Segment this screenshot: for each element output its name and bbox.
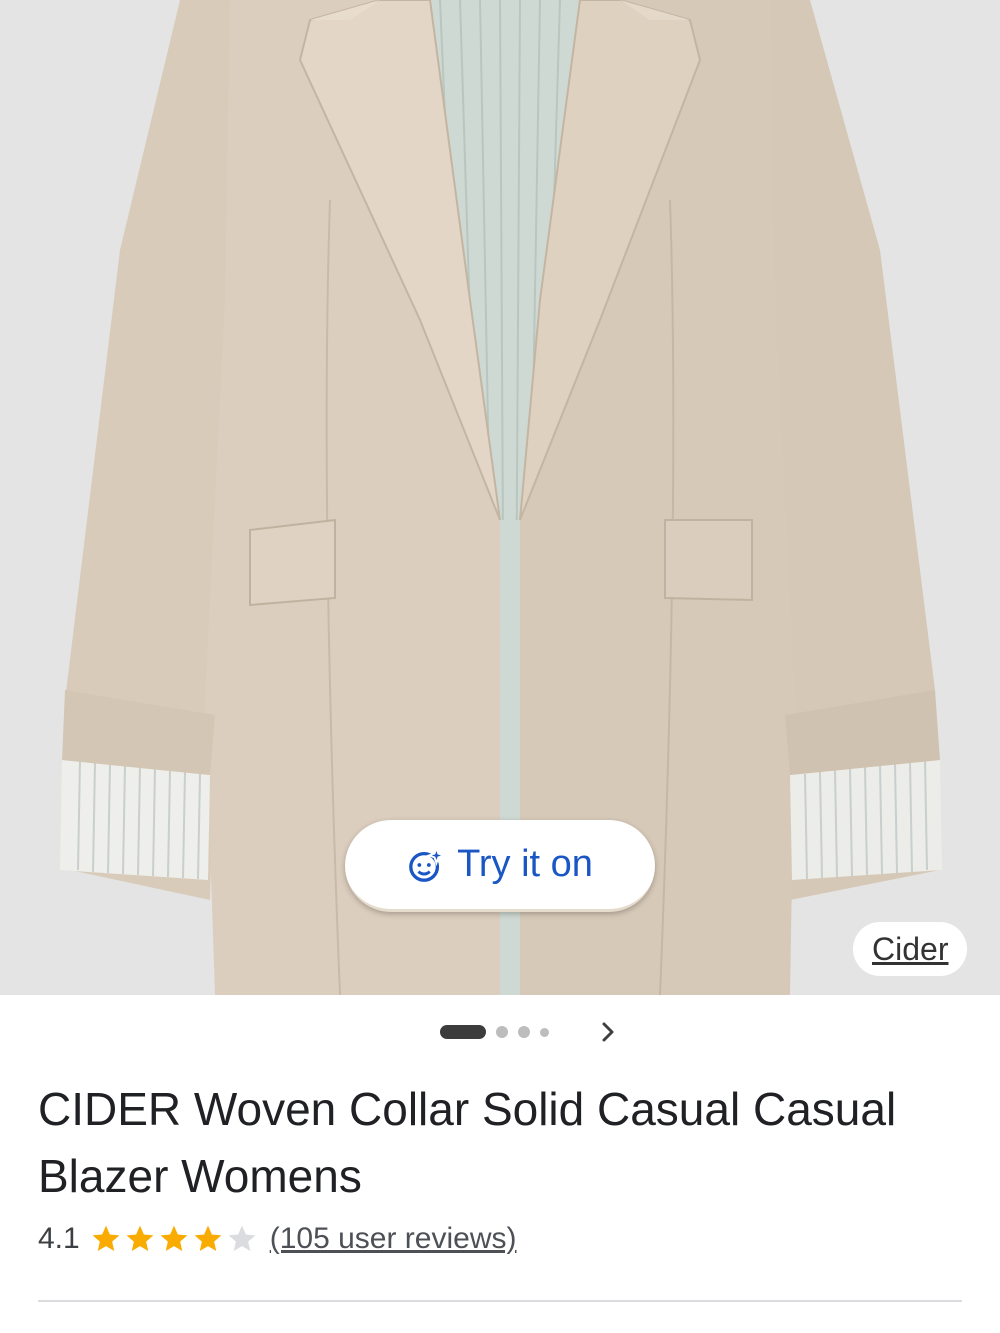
product-title: CIDER Woven Collar Solid Casual Casual B… [38,1083,897,1202]
star-filled-icon [160,1225,188,1251]
star-filled-icon [126,1225,154,1251]
try-it-on-button[interactable]: Try it on [345,820,655,912]
reviews-link[interactable]: (105 user reviews) [270,1222,517,1256]
source-chip[interactable]: Cider [853,922,968,976]
star-filled-icon [194,1225,222,1251]
section-divider [38,1300,962,1302]
carousel-dot[interactable] [540,1027,549,1037]
carousel-dot[interactable] [496,1026,508,1038]
product-image[interactable]: Try it on Cider [0,0,1000,995]
product-rating: 4.1 (105 user reviews) [38,1222,516,1256]
star-filled-icon [92,1225,120,1251]
carousel-dot-active[interactable] [440,1025,486,1039]
try-it-on-label: Try it on [457,843,593,885]
carousel-dot[interactable] [518,1026,530,1038]
star-empty-icon [228,1225,256,1251]
try-on-sparkle-face-icon [409,845,446,882]
rating-stars [90,1223,260,1255]
chevron-right-icon[interactable] [594,1018,622,1046]
carousel-indicator [440,1024,549,1040]
rating-value: 4.1 [38,1222,80,1255]
